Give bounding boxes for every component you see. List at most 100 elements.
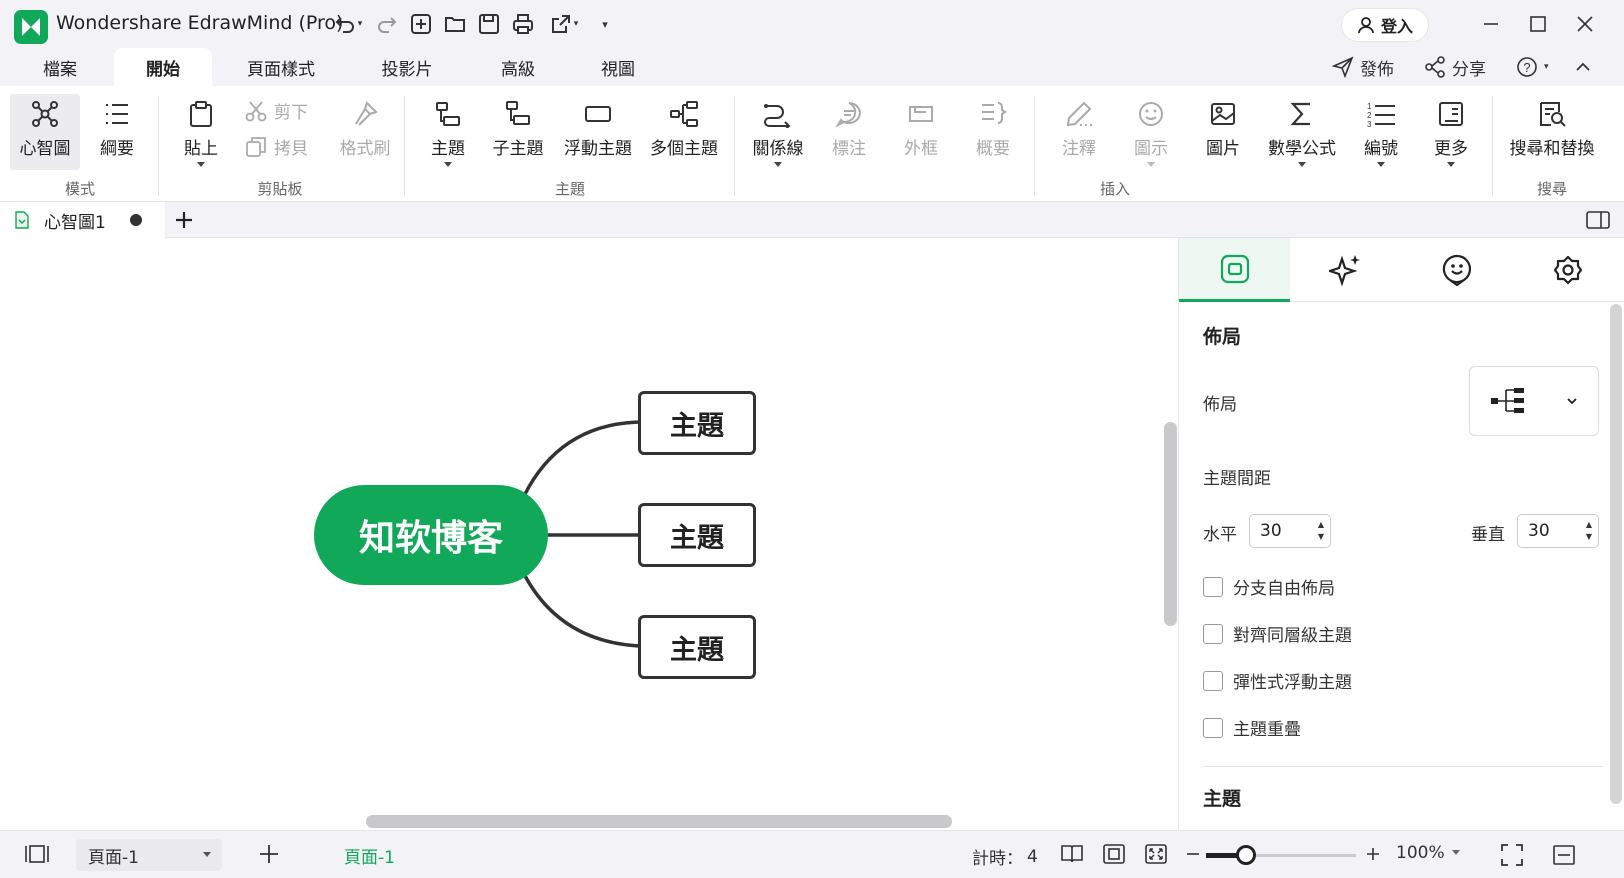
sigma-icon xyxy=(1290,102,1310,126)
copy-button[interactable]: 拷貝 xyxy=(244,134,308,159)
export-icon xyxy=(551,15,570,33)
add-subtopic-button[interactable]: 子主題 xyxy=(486,94,550,170)
add-topic-button[interactable]: 主題 xyxy=(418,94,478,180)
tab-start[interactable]: 開始 xyxy=(114,48,212,86)
book-view-button[interactable] xyxy=(1060,843,1084,865)
canvas-vertical-scrollbar[interactable] xyxy=(1164,422,1177,626)
fullscreen-button[interactable] xyxy=(1500,843,1524,867)
checkbox-free-branch-layout[interactable]: 分支自由佈局 xyxy=(1203,574,1335,599)
checkbox-box[interactable] xyxy=(1203,576,1223,597)
callout-button[interactable]: 標注 xyxy=(818,94,880,170)
numbering-button[interactable]: 123 編號 xyxy=(1350,94,1412,180)
paste-button[interactable]: 貼上 xyxy=(172,94,230,180)
toggle-side-panel-button[interactable] xyxy=(1584,208,1612,232)
paste-label: 貼上 xyxy=(184,139,218,159)
redo-button[interactable] xyxy=(374,12,400,36)
timer-display: 計時： 4 xyxy=(972,844,1038,870)
share-button[interactable]: 分享 xyxy=(1424,54,1486,80)
canvas-horizontal-scrollbar[interactable] xyxy=(366,815,952,828)
tab-ai-style[interactable] xyxy=(1290,238,1401,302)
zoom-out-button[interactable] xyxy=(1184,843,1202,865)
tab-theme[interactable] xyxy=(1512,238,1623,302)
callout-icon xyxy=(835,102,861,128)
publish-button[interactable]: 發佈 xyxy=(1332,54,1394,80)
tab-page-style[interactable]: 頁面樣式 xyxy=(232,48,330,86)
outline-icon xyxy=(106,104,128,124)
zoom-in-button[interactable] xyxy=(1364,843,1382,865)
picture-icon xyxy=(1211,103,1235,125)
checkbox-label: 分支自由佈局 xyxy=(1233,579,1335,599)
login-button[interactable]: 登入 xyxy=(1341,8,1429,42)
checkbox-label: 對齊同層級主題 xyxy=(1233,626,1352,646)
main-topic-2[interactable]: 主題 xyxy=(638,503,756,567)
minimize-button[interactable] xyxy=(1477,10,1505,38)
format-painter-button[interactable]: 格式刷 xyxy=(330,94,400,170)
topic-icon xyxy=(436,102,460,126)
horizontal-spacing-input[interactable]: 30 ▲ ▼ xyxy=(1249,514,1331,548)
tab-icons[interactable] xyxy=(1401,238,1512,302)
side-panel-icon xyxy=(1586,211,1610,229)
new-tab-button[interactable] xyxy=(170,206,198,234)
tab-slides[interactable]: 投影片 xyxy=(358,48,456,86)
close-button[interactable] xyxy=(1571,10,1599,38)
page-selector[interactable]: 頁面-1 xyxy=(76,839,222,871)
collapse-ribbon-button[interactable] xyxy=(1574,54,1592,80)
export-button[interactable]: ▾ xyxy=(544,12,584,36)
picture-button[interactable]: 圖片 xyxy=(1192,94,1254,170)
checkbox-topic-overlap[interactable]: 主題重疊 xyxy=(1203,715,1301,740)
boundary-label: 外框 xyxy=(904,139,938,159)
presentation-button[interactable] xyxy=(1552,843,1576,867)
open-file-button[interactable] xyxy=(442,12,468,36)
math-formula-button[interactable]: 數學公式 xyxy=(1262,94,1342,180)
main-topic-3[interactable]: 主題 xyxy=(638,615,756,679)
comment-button[interactable]: 注釋 xyxy=(1048,94,1110,170)
boundary-button[interactable]: 外框 xyxy=(890,94,952,170)
checkbox-align-same-level[interactable]: 對齊同層級主題 xyxy=(1203,621,1352,646)
app-window: Wondershare EdrawMind (Pro) ▾ ▾ ▾ 登入 檔案 … xyxy=(0,0,1624,878)
checkbox-box[interactable] xyxy=(1203,717,1223,738)
cut-button[interactable]: 剪下 xyxy=(244,98,308,123)
tab-layout-format[interactable] xyxy=(1179,238,1290,302)
checkbox-box[interactable] xyxy=(1203,670,1223,691)
central-topic[interactable]: 知软博客 xyxy=(314,485,548,585)
save-button[interactable] xyxy=(476,12,502,36)
zoom-slider-handle[interactable] xyxy=(1236,845,1256,865)
checkbox-box[interactable] xyxy=(1203,623,1223,644)
tab-advanced[interactable]: 高級 xyxy=(478,48,558,86)
ribbon-divider xyxy=(158,96,159,196)
panel-scrollbar[interactable] xyxy=(1610,304,1622,804)
mindmap-canvas[interactable]: 知软博客 主題 主題 主題 xyxy=(0,238,1178,830)
undo-button[interactable]: ▾ xyxy=(330,12,366,36)
relationship-button[interactable]: 關係線 xyxy=(746,94,810,180)
maximize-button[interactable] xyxy=(1524,10,1552,38)
tab-file[interactable]: 檔案 xyxy=(20,48,100,86)
stepper-arrows-icon[interactable]: ▲ ▼ xyxy=(1586,519,1592,543)
help-button[interactable]: ? ▾ xyxy=(1516,54,1549,80)
fit-page-button[interactable] xyxy=(1102,843,1126,865)
floating-topic-button[interactable]: 浮動主題 xyxy=(560,94,636,170)
fit-screen-button[interactable] xyxy=(1144,843,1168,865)
mindmap-mode-button[interactable]: 心智圖 xyxy=(10,94,80,170)
menu-bar: 檔案 開始 頁面樣式 投影片 高級 視圖 發佈 分享 ? ▾ xyxy=(0,48,1624,86)
add-page-button[interactable] xyxy=(258,843,280,865)
new-file-button[interactable] xyxy=(408,12,434,36)
ribbon-toolbar: 心智圖 綱要 模式 貼上 剪下 拷貝 格式刷 剪貼板 主題 子主題 浮動主題 多… xyxy=(0,86,1624,202)
more-button[interactable]: 更多 xyxy=(1420,94,1482,180)
multiple-topics-button[interactable]: 多個主題 xyxy=(646,94,722,170)
customize-quick-access-button[interactable]: ▾ xyxy=(598,12,612,36)
icon-insert-button[interactable]: 圖示 xyxy=(1120,94,1182,180)
main-topic-1[interactable]: 主題 xyxy=(638,391,756,455)
page-sidebar-toggle[interactable] xyxy=(24,843,50,865)
stepper-arrows-icon[interactable]: ▲ ▼ xyxy=(1318,519,1324,543)
tab-view[interactable]: 視圖 xyxy=(578,48,658,86)
outline-mode-button[interactable]: 綱要 xyxy=(86,94,148,170)
zoom-level-dropdown[interactable]: 100% xyxy=(1396,843,1461,863)
vertical-spacing-input[interactable]: 30 ▲ ▼ xyxy=(1517,514,1599,548)
layout-type-dropdown[interactable] xyxy=(1469,366,1599,436)
document-tab[interactable]: 心智圖1 xyxy=(0,202,165,238)
checkbox-flexible-floating[interactable]: 彈性式浮動主題 xyxy=(1203,668,1352,693)
page-tab-active[interactable]: 頁面-1 xyxy=(344,843,395,868)
find-replace-button[interactable]: 搜尋和替換 xyxy=(1500,94,1604,170)
print-button[interactable] xyxy=(510,12,536,36)
summary-button[interactable]: 概要 xyxy=(962,94,1024,170)
